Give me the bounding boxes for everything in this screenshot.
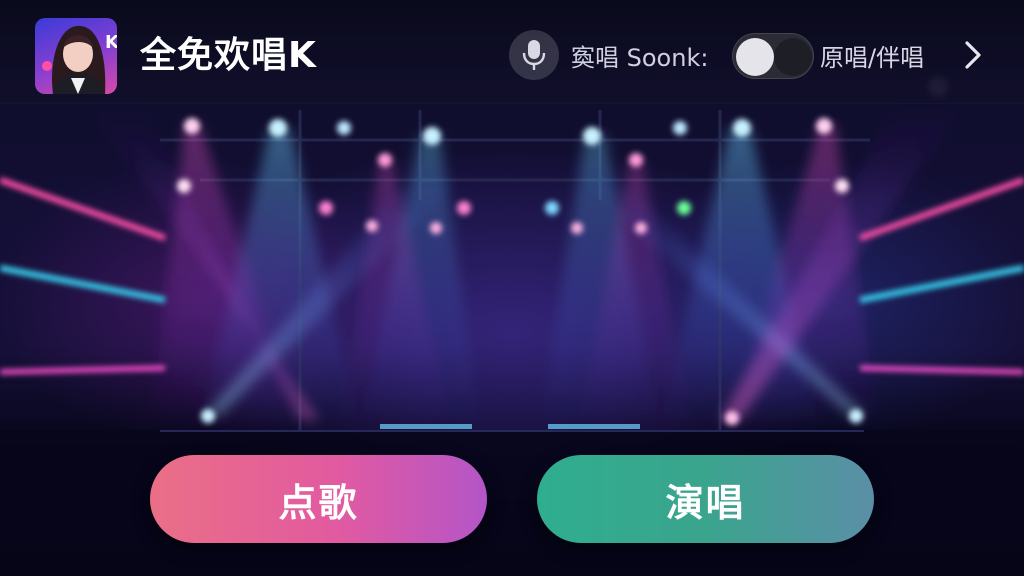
app-avatar-icon[interactable]: K [35, 18, 117, 94]
microphone-button[interactable] [509, 30, 559, 80]
toggle-knob [736, 38, 774, 76]
select-song-button[interactable]: 点歌 [150, 455, 487, 543]
vocal-toggle-switch[interactable] [732, 33, 814, 79]
toggle-track-dot [774, 38, 812, 76]
microphone-icon [522, 40, 546, 70]
vocal-mode-label: 寏唱 Soonk: [571, 44, 709, 72]
chevron-right-icon[interactable] [958, 39, 988, 71]
avatar-portrait: K [42, 25, 117, 94]
app-title: 全免欢唱K [140, 35, 317, 76]
top-bar: K 全免欢唱K 寏唱 Soonk: 原唱/伴唱 [0, 0, 1024, 104]
original-accompaniment-label: 原唱/伴唱 [820, 44, 925, 72]
svg-text:K: K [105, 32, 117, 53]
sing-button[interactable]: 演唱 [537, 455, 874, 543]
